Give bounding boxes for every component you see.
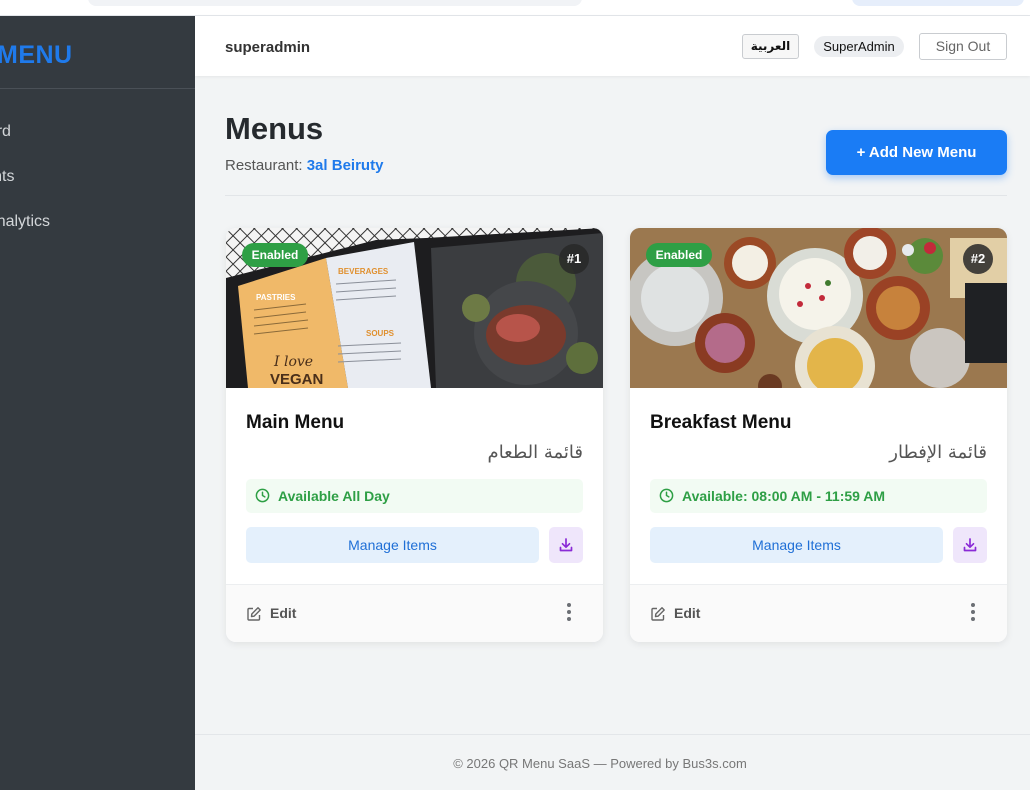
more-options-icon[interactable] [969,603,977,623]
menu-name-arabic: قائمة الطعام [487,442,583,463]
menu-number-badge: #1 [559,244,589,274]
role-badge: SuperAdmin [814,36,904,57]
availability-note: Available All Day [246,479,583,513]
menu-text-vegan: VEGAN [270,371,323,388]
edit-button[interactable]: Edit [246,605,296,621]
restaurant-prefix: Restaurant: [225,157,303,174]
browser-top-strip [0,0,1030,16]
clock-icon [659,488,674,503]
availability-note: Available: 08:00 AM - 11:59 AM [650,479,987,513]
menu-name: Breakfast Menu [650,412,792,433]
download-button[interactable] [549,527,583,563]
sidebar-item-dashboard[interactable]: board [0,123,11,141]
status-badge: Enabled [646,243,712,267]
manage-items-button[interactable]: Manage Items [650,527,943,563]
sidebar-divider [0,88,195,89]
edit-label: Edit [674,605,701,621]
footer-divider [195,734,1030,735]
header-username: superadmin [225,39,311,56]
download-icon [559,538,573,552]
card-footer: Edit [226,584,603,642]
availability-text: Available All Day [278,488,390,504]
edit-label: Edit [270,605,297,621]
availability-text: Available: 08:00 AM - 11:59 AM [682,488,886,504]
page-title: Menus [225,111,324,146]
clock-icon [255,488,270,503]
edit-icon [247,607,261,621]
more-options-icon[interactable] [565,603,573,623]
add-new-menu-button[interactable]: + Add New Menu [826,130,1007,175]
menu-text-soups: SOUPS [366,329,395,338]
menu-number-badge: #2 [963,244,993,274]
restaurant-name-link[interactable]: 3al Beiruty [307,157,384,174]
download-button[interactable] [953,527,987,563]
status-badge: Enabled [242,243,308,267]
top-header: superadmin العربية SuperAdmin Sign Out [195,16,1030,76]
menu-name-arabic: قائمة الإفطار [889,442,987,463]
menu-card-image: PASTRIES BEVERAGES SOUPS I love VEGAN En… [226,228,603,388]
menu-text-love: I love [273,354,313,370]
menu-text-beverages: BEVERAGES [338,267,389,276]
sidebar-brand: MENU [0,41,73,69]
menu-card-image: Enabled #2 [630,228,1007,388]
menu-text-pastries: PASTRIES [256,293,296,302]
restaurant-line: Restaurant: 3al Beiruty [225,157,383,174]
manage-items-button[interactable]: Manage Items [246,527,539,563]
page-footer: © 2026 QR Menu SaaS — Powered by Bus3s.c… [453,756,747,771]
sign-out-button[interactable]: Sign Out [919,33,1007,60]
sidebar: MENU board urants al Analytics [0,16,195,790]
language-toggle-button[interactable]: العربية [742,34,799,59]
browser-address-bar[interactable] [88,0,582,6]
edit-icon [651,607,665,621]
browser-action-bar[interactable] [852,0,1024,6]
edit-button[interactable]: Edit [650,605,700,621]
title-divider [225,195,1007,196]
card-footer: Edit [630,584,1007,642]
menu-card: Enabled #2 Breakfast Menu قائمة الإفطار … [630,228,1007,642]
menu-card: PASTRIES BEVERAGES SOUPS I love VEGAN En… [226,228,603,642]
sidebar-item-analytics[interactable]: al Analytics [0,213,50,231]
menu-name: Main Menu [246,412,345,433]
download-icon [963,538,977,552]
sidebar-item-restaurants[interactable]: urants [0,168,14,186]
